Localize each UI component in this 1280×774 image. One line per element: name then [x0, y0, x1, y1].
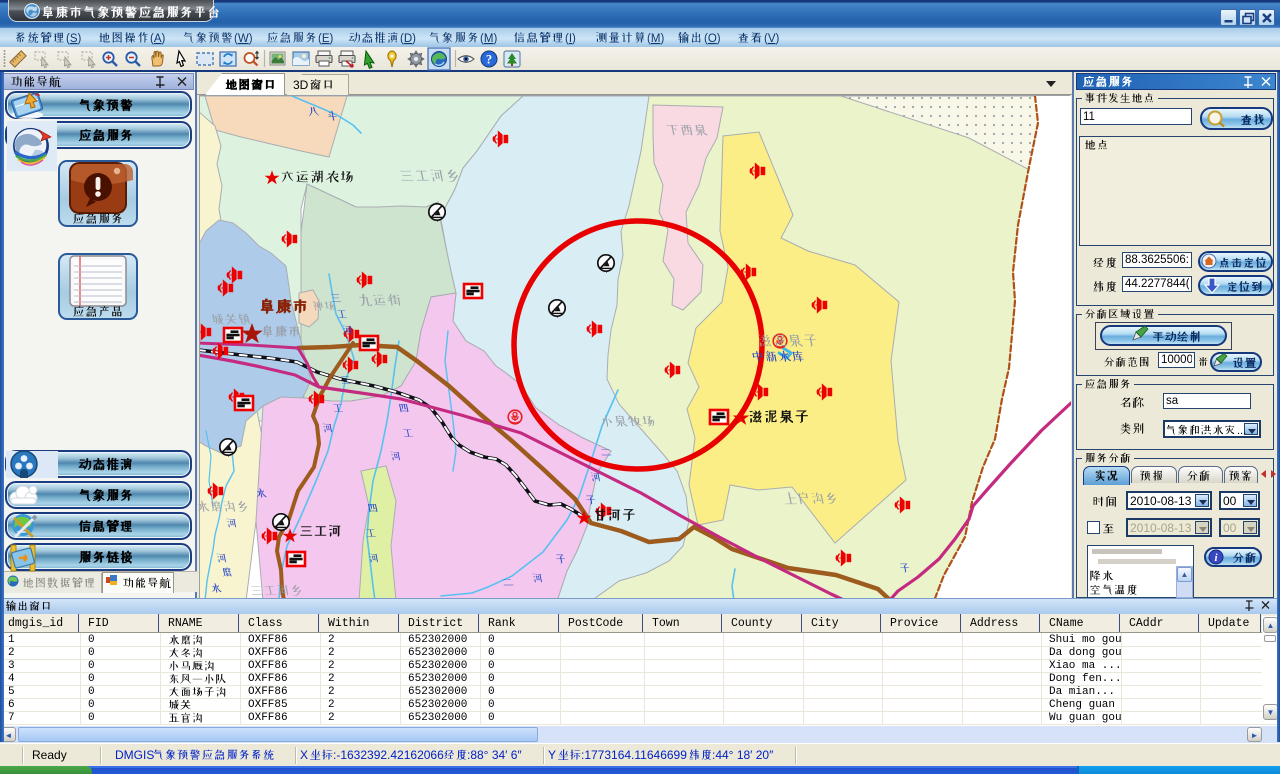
svg-text:?: ?: [486, 53, 492, 67]
